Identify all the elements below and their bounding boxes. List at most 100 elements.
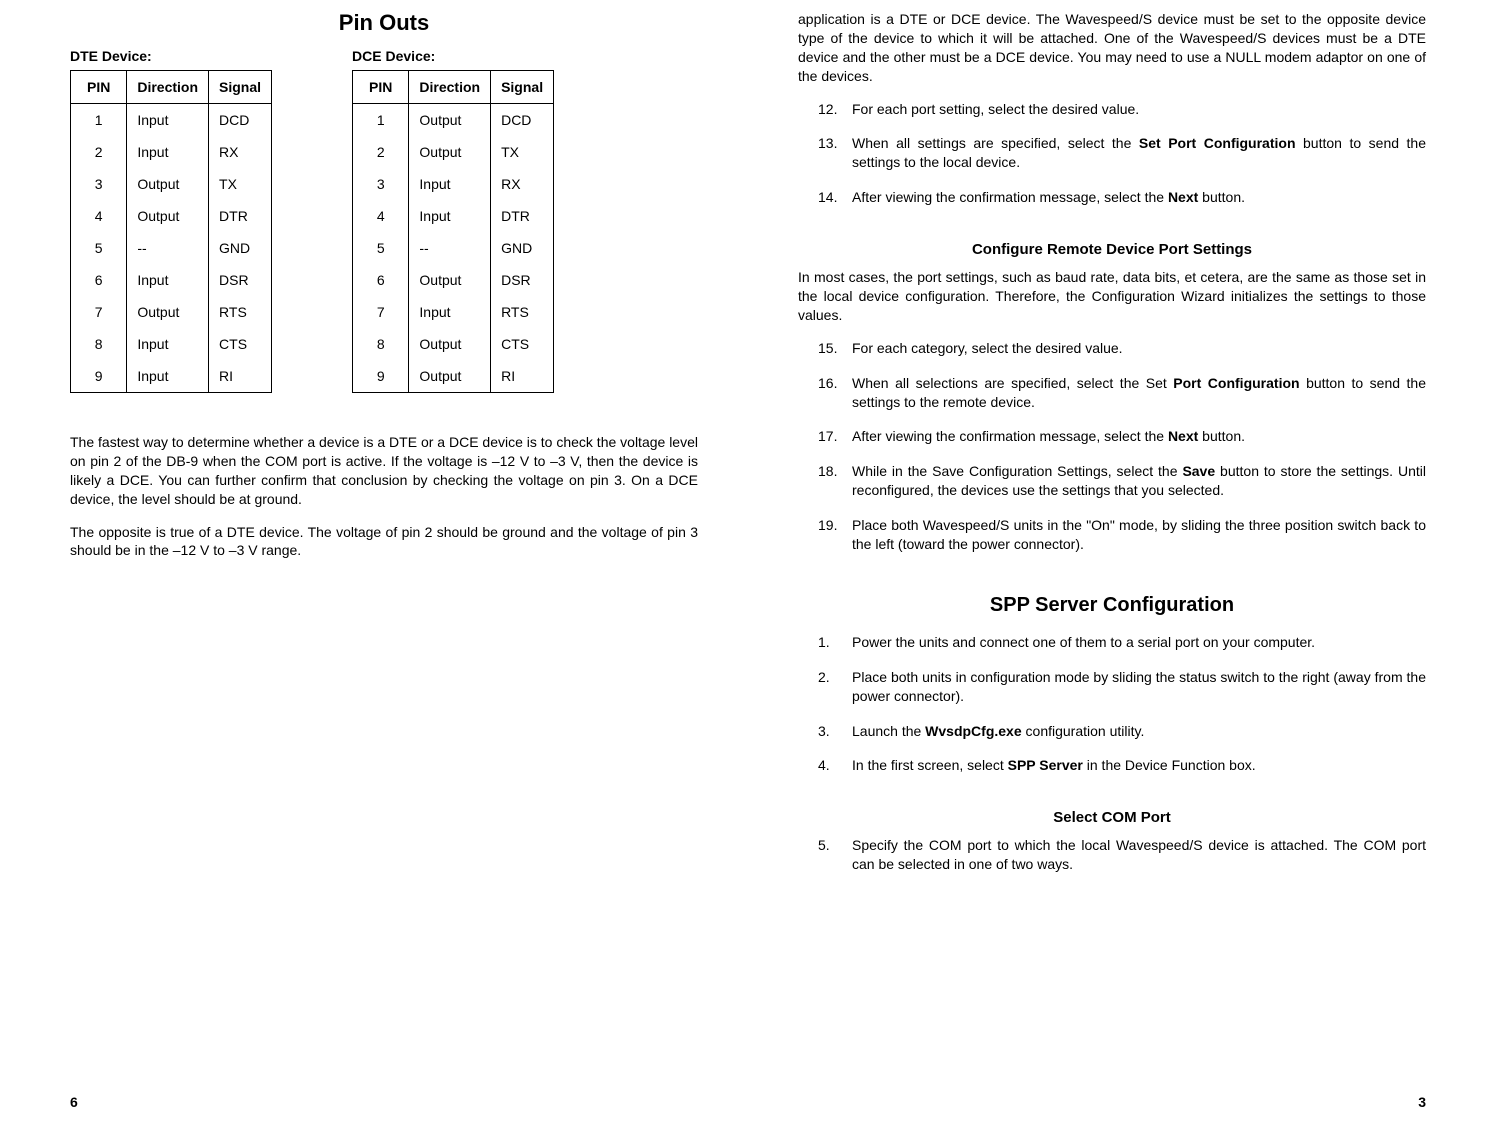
- table-cell: 8: [71, 328, 127, 360]
- header-direction: Direction: [409, 71, 491, 104]
- section-heading: Select COM Port: [798, 809, 1426, 826]
- dte-table: PIN Direction Signal 1InputDCD2InputRX3O…: [70, 70, 272, 393]
- bold-text: Next: [1168, 428, 1198, 444]
- list-item: 15.For each category, select the desired…: [818, 339, 1426, 358]
- table-cell: 5: [353, 232, 409, 264]
- table-cell: DCD: [209, 104, 272, 137]
- table-cell: 1: [71, 104, 127, 137]
- table-row: 1InputDCD: [71, 104, 272, 137]
- table-cell: Input: [409, 168, 491, 200]
- bold-text: Save: [1182, 463, 1215, 479]
- table-cell: 7: [353, 296, 409, 328]
- table-cell: 4: [353, 200, 409, 232]
- table-cell: 4: [71, 200, 127, 232]
- header-direction: Direction: [127, 71, 209, 104]
- table-cell: TX: [491, 136, 554, 168]
- table-cell: Input: [127, 328, 209, 360]
- table-cell: --: [127, 232, 209, 264]
- tables-row: DTE Device: PIN Direction Signal 1InputD…: [70, 48, 698, 393]
- list-item: 14.After viewing the confirmation messag…: [818, 188, 1426, 207]
- table-cell: Output: [409, 328, 491, 360]
- table-cell: Input: [409, 296, 491, 328]
- table-cell: GND: [209, 232, 272, 264]
- table-cell: 3: [71, 168, 127, 200]
- table-row: 5--GND: [71, 232, 272, 264]
- table-header-row: PIN Direction Signal: [71, 71, 272, 104]
- table-row: 1OutputDCD: [353, 104, 554, 137]
- table-cell: --: [409, 232, 491, 264]
- table-cell: 1: [353, 104, 409, 137]
- table-cell: Input: [127, 264, 209, 296]
- table-cell: Output: [409, 136, 491, 168]
- table-cell: Output: [409, 104, 491, 137]
- list-item: 17.After viewing the confirmation messag…: [818, 427, 1426, 446]
- table-cell: 3: [353, 168, 409, 200]
- step-text: For each category, select the desired va…: [852, 339, 1426, 358]
- bold-text: WvsdpCfg.exe: [925, 723, 1021, 739]
- dce-table: PIN Direction Signal 1OutputDCD2OutputTX…: [352, 70, 554, 393]
- table-row: 7InputRTS: [353, 296, 554, 328]
- dce-table-block: DCE Device: PIN Direction Signal 1Output…: [352, 48, 554, 393]
- step-text: Power the units and connect one of them …: [852, 633, 1426, 652]
- list-item: 1.Power the units and connect one of the…: [818, 633, 1426, 652]
- table-cell: 6: [71, 264, 127, 296]
- step-text: After viewing the confirmation message, …: [852, 188, 1426, 207]
- step-text: In the first screen, select SPP Server i…: [852, 756, 1426, 775]
- step-text: While in the Save Configuration Settings…: [852, 462, 1426, 500]
- step-number: 16.: [818, 374, 852, 412]
- table-cell: Output: [127, 200, 209, 232]
- step-number: 5.: [818, 836, 852, 874]
- table-row: 9OutputRI: [353, 360, 554, 393]
- left-page: Pin Outs DTE Device: PIN Direction Signa…: [40, 10, 748, 1106]
- table-row: 7OutputRTS: [71, 296, 272, 328]
- bold-text: Port Configuration: [1173, 375, 1299, 391]
- table-cell: 6: [353, 264, 409, 296]
- steps-list: 12.For each port setting, select the des…: [818, 100, 1426, 224]
- step-text: Specify the COM port to which the local …: [852, 836, 1426, 874]
- step-text: When all settings are specified, select …: [852, 134, 1426, 172]
- table-cell: DTR: [209, 200, 272, 232]
- steps-list: 15.For each category, select the desired…: [818, 339, 1426, 570]
- table-header-row: PIN Direction Signal: [353, 71, 554, 104]
- step-number: 1.: [818, 633, 852, 652]
- table-cell: DSR: [209, 264, 272, 296]
- table-row: 6InputDSR: [71, 264, 272, 296]
- table-cell: RX: [491, 168, 554, 200]
- dce-label: DCE Device:: [352, 48, 554, 64]
- table-cell: RI: [209, 360, 272, 393]
- step-number: 19.: [818, 516, 852, 554]
- table-cell: 8: [353, 328, 409, 360]
- step-number: 12.: [818, 100, 852, 119]
- paragraph: In most cases, the port settings, such a…: [798, 268, 1426, 325]
- table-cell: 9: [71, 360, 127, 393]
- table-cell: RI: [491, 360, 554, 393]
- bold-text: Next: [1168, 189, 1198, 205]
- table-cell: Output: [409, 264, 491, 296]
- table-row: 8OutputCTS: [353, 328, 554, 360]
- table-row: 6OutputDSR: [353, 264, 554, 296]
- list-item: 19.Place both Wavespeed/S units in the "…: [818, 516, 1426, 554]
- table-row: 4OutputDTR: [71, 200, 272, 232]
- table-cell: TX: [209, 168, 272, 200]
- step-text: Place both Wavespeed/S units in the "On"…: [852, 516, 1426, 554]
- table-row: 3InputRX: [353, 168, 554, 200]
- table-row: 2OutputTX: [353, 136, 554, 168]
- table-cell: RTS: [209, 296, 272, 328]
- table-cell: 2: [353, 136, 409, 168]
- table-cell: DSR: [491, 264, 554, 296]
- table-row: 8InputCTS: [71, 328, 272, 360]
- paragraph: The fastest way to determine whether a d…: [70, 433, 698, 509]
- table-row: 9InputRI: [71, 360, 272, 393]
- table-cell: 9: [353, 360, 409, 393]
- list-item: 4.In the first screen, select SPP Server…: [818, 756, 1426, 775]
- table-row: 5--GND: [353, 232, 554, 264]
- table-row: 2InputRX: [71, 136, 272, 168]
- step-text: When all selections are specified, selec…: [852, 374, 1426, 412]
- step-number: 17.: [818, 427, 852, 446]
- step-number: 2.: [818, 668, 852, 706]
- step-number: 18.: [818, 462, 852, 500]
- table-row: 4InputDTR: [353, 200, 554, 232]
- table-cell: Output: [127, 296, 209, 328]
- paragraph: application is a DTE or DCE device. The …: [798, 10, 1426, 86]
- step-number: 13.: [818, 134, 852, 172]
